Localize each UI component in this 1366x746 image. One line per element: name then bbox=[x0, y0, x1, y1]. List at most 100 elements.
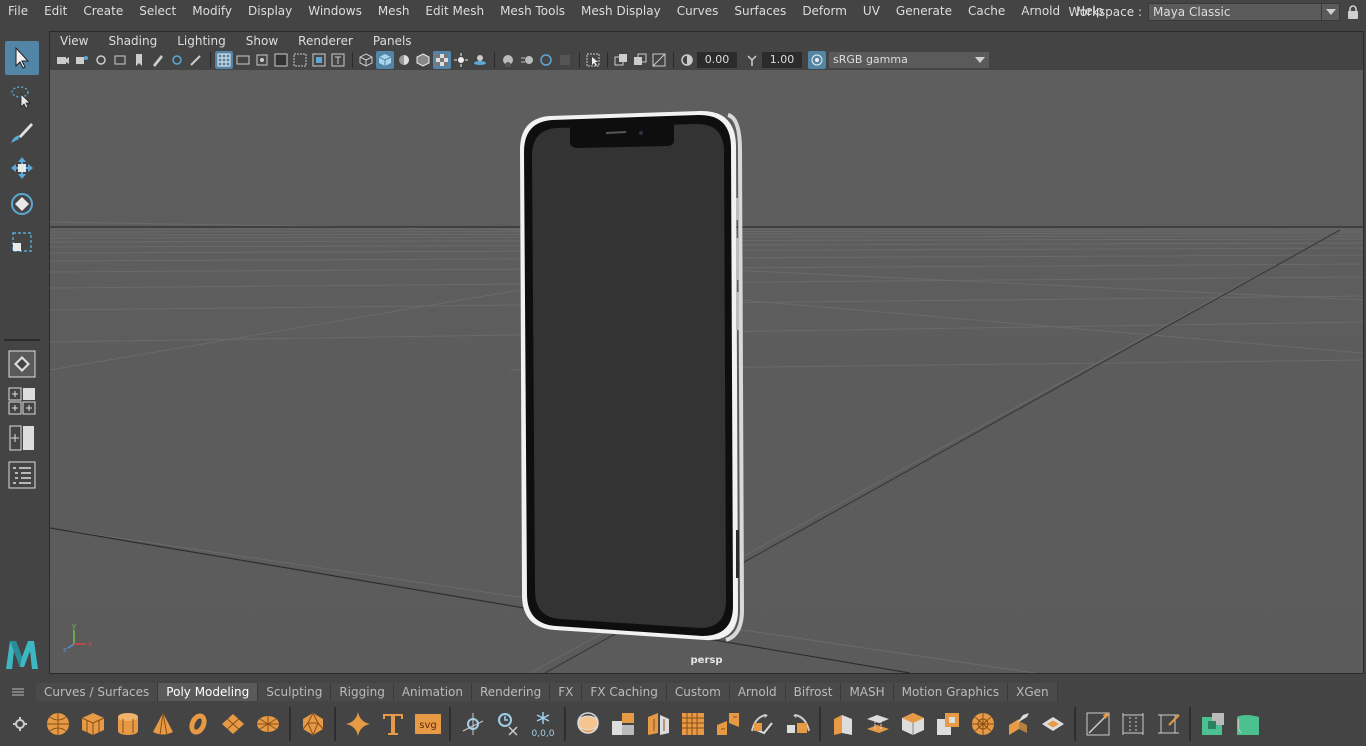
uv-map-icon[interactable] bbox=[1230, 706, 1265, 742]
panel-menu-panels[interactable]: Panels bbox=[363, 32, 422, 50]
menu-modify[interactable]: Modify bbox=[184, 0, 240, 24]
lock-icon[interactable] bbox=[1340, 0, 1366, 24]
paint-select-tool-icon[interactable] bbox=[5, 115, 39, 149]
default-material-icon[interactable] bbox=[395, 51, 413, 69]
type-tool-icon[interactable] bbox=[375, 706, 410, 742]
shelf-tab-custom[interactable]: Custom bbox=[666, 683, 730, 701]
camera-attributes-icon[interactable] bbox=[73, 51, 91, 69]
menu-mesh-display[interactable]: Mesh Display bbox=[573, 0, 669, 24]
bevel-edge-icon[interactable] bbox=[930, 706, 965, 742]
poly-torus-icon[interactable] bbox=[180, 706, 215, 742]
panel-menu-lighting[interactable]: Lighting bbox=[167, 32, 236, 50]
grid-toggle-icon[interactable] bbox=[215, 51, 233, 69]
reset-transform-icon[interactable]: 0,0,0 bbox=[525, 706, 560, 742]
textured-icon[interactable] bbox=[433, 51, 451, 69]
exposure-icon[interactable] bbox=[678, 51, 696, 69]
snap-pencil-icon[interactable] bbox=[187, 51, 205, 69]
gate-mask-icon[interactable] bbox=[272, 51, 290, 69]
extract-icon[interactable] bbox=[640, 706, 675, 742]
menu-uv[interactable]: UV bbox=[855, 0, 888, 24]
shelf-tab-rendering[interactable]: Rendering bbox=[472, 683, 551, 701]
shelf-tab-motion-graphics[interactable]: Motion Graphics bbox=[893, 683, 1009, 701]
move-tool-icon[interactable] bbox=[5, 151, 39, 185]
select-tool-icon[interactable] bbox=[5, 41, 39, 75]
menu-mesh[interactable]: Mesh bbox=[370, 0, 418, 24]
image-plane-icon[interactable] bbox=[111, 51, 129, 69]
menu-select[interactable]: Select bbox=[131, 0, 184, 24]
shelf-tab-arnold[interactable]: Arnold bbox=[729, 683, 786, 701]
extrude-icon[interactable] bbox=[825, 706, 860, 742]
poly-plane-icon[interactable] bbox=[215, 706, 250, 742]
field-chart-icon[interactable] bbox=[291, 51, 309, 69]
shelf-tab-animation[interactable]: Animation bbox=[393, 683, 472, 701]
fill-hole-icon[interactable] bbox=[1035, 706, 1070, 742]
panel-menu-shading[interactable]: Shading bbox=[98, 32, 167, 50]
bookmark-icon[interactable] bbox=[130, 51, 148, 69]
svg-tool-icon[interactable]: svg bbox=[410, 706, 445, 742]
xray-icon[interactable] bbox=[612, 51, 630, 69]
grease-pencil-icon[interactable] bbox=[149, 51, 167, 69]
reduce-icon[interactable] bbox=[780, 706, 815, 742]
quad-draw-icon[interactable] bbox=[1115, 706, 1150, 742]
center-pivot-icon[interactable] bbox=[455, 706, 490, 742]
shelf-tab-fx-caching[interactable]: FX Caching bbox=[582, 683, 667, 701]
shadows-icon[interactable] bbox=[471, 51, 489, 69]
menu-surfaces[interactable]: Surfaces bbox=[726, 0, 794, 24]
scale-tool-icon[interactable] bbox=[5, 225, 39, 259]
resolution-gate-icon[interactable] bbox=[253, 51, 271, 69]
anti-aliasing-icon[interactable] bbox=[537, 51, 555, 69]
film-gate-icon[interactable] bbox=[234, 51, 252, 69]
exposure-field[interactable]: 0.00 bbox=[697, 52, 737, 68]
poly-cube-icon[interactable] bbox=[75, 706, 110, 742]
screen-space-ao-icon[interactable] bbox=[499, 51, 517, 69]
shelf-tab-poly-modeling[interactable]: Poly Modeling bbox=[158, 683, 259, 701]
shelf-tab-fx[interactable]: FX bbox=[550, 683, 583, 701]
use-all-lights-icon[interactable] bbox=[452, 51, 470, 69]
gear-icon[interactable] bbox=[0, 704, 40, 744]
backface-culling-icon[interactable] bbox=[650, 51, 668, 69]
panel-menu-renderer[interactable]: Renderer bbox=[288, 32, 363, 50]
single-view-layout-icon[interactable] bbox=[6, 348, 38, 380]
poly-sphere-icon[interactable] bbox=[40, 706, 75, 742]
poly-cone-icon[interactable] bbox=[145, 706, 180, 742]
color-management-icon[interactable] bbox=[808, 51, 826, 69]
smooth-icon[interactable] bbox=[675, 706, 710, 742]
target-weld-icon[interactable] bbox=[965, 706, 1000, 742]
gamma-icon[interactable] bbox=[743, 51, 761, 69]
shelf-tab-mash[interactable]: MASH bbox=[841, 683, 894, 701]
boolean-icon[interactable] bbox=[745, 706, 780, 742]
menu-edit[interactable]: Edit bbox=[36, 0, 75, 24]
bridge-icon[interactable] bbox=[860, 706, 895, 742]
poly-disc-icon[interactable] bbox=[250, 706, 285, 742]
safe-title-icon[interactable] bbox=[329, 51, 347, 69]
isolate-select-icon[interactable] bbox=[584, 51, 602, 69]
menu-windows[interactable]: Windows bbox=[300, 0, 370, 24]
wireframe-icon[interactable] bbox=[357, 51, 375, 69]
menu-display[interactable]: Display bbox=[240, 0, 300, 24]
separate-icon[interactable] bbox=[605, 706, 640, 742]
mirror-icon[interactable] bbox=[710, 706, 745, 742]
four-view-layout-icon[interactable] bbox=[6, 385, 38, 417]
menu-curves[interactable]: Curves bbox=[669, 0, 727, 24]
lasso-tool-icon[interactable] bbox=[5, 79, 39, 113]
offset-edge-loop-icon[interactable] bbox=[1150, 706, 1185, 742]
bookmark-camera-icon[interactable] bbox=[92, 51, 110, 69]
safe-action-icon[interactable] bbox=[310, 51, 328, 69]
menu-mesh-tools[interactable]: Mesh Tools bbox=[492, 0, 573, 24]
append-polygon-icon[interactable] bbox=[1000, 706, 1035, 742]
two-view-layout-icon[interactable] bbox=[6, 422, 38, 454]
outliner-layout-icon[interactable] bbox=[6, 459, 38, 491]
menu-generate[interactable]: Generate bbox=[888, 0, 960, 24]
shelf-tab-sculpting[interactable]: Sculpting bbox=[258, 683, 332, 701]
bevel-icon[interactable] bbox=[895, 706, 930, 742]
xray-joints-icon[interactable] bbox=[631, 51, 649, 69]
menu-file[interactable]: File bbox=[0, 0, 36, 24]
shelf-menu-icon[interactable] bbox=[0, 682, 36, 702]
menu-edit-mesh[interactable]: Edit Mesh bbox=[417, 0, 492, 24]
uv-editor-icon[interactable] bbox=[1195, 706, 1230, 742]
shelf-tab-curves-surfaces[interactable]: Curves / Surfaces bbox=[36, 683, 159, 701]
shelf-tab-xgen[interactable]: XGen bbox=[1008, 683, 1058, 701]
freeze-transform-icon[interactable] bbox=[490, 706, 525, 742]
shelf-tab-bifrost[interactable]: Bifrost bbox=[785, 683, 842, 701]
motion-blur-icon[interactable] bbox=[518, 51, 536, 69]
